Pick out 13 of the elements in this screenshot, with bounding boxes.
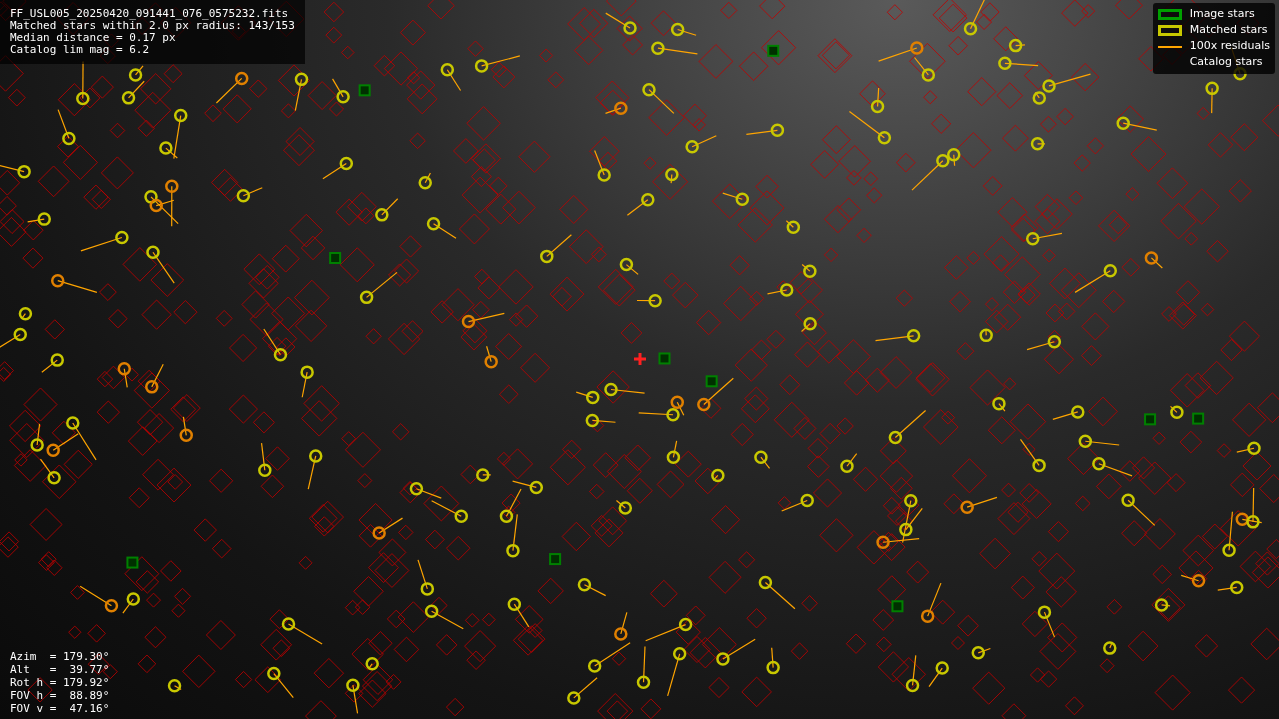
info-text: Catalog lim mag = 6.2 <box>10 44 151 56</box>
legend-label: Image stars <box>1189 6 1255 23</box>
info-text: Matched stars within 2.0 px radius: 143/153 <box>10 20 295 32</box>
pointing-text: Alt = 39.77° <box>10 663 110 676</box>
pointing-text: Azim = 179.30° <box>10 650 110 663</box>
info-text: Median distance = 0.17 px <box>10 32 177 44</box>
legend-label: Catalog stars <box>1189 54 1263 71</box>
pointing-text: FOV h = 88.89° <box>10 689 110 702</box>
pointing-text: FOV v = 47.16° <box>10 702 110 715</box>
legend-label: Matched stars <box>1189 22 1268 39</box>
info-text: FF_USL005_20250420_091441_076_0575232.fits <box>10 8 290 20</box>
legend-label: 100x residuals <box>1189 38 1270 55</box>
pointing-text: Rot h = 179.92° <box>10 676 110 689</box>
